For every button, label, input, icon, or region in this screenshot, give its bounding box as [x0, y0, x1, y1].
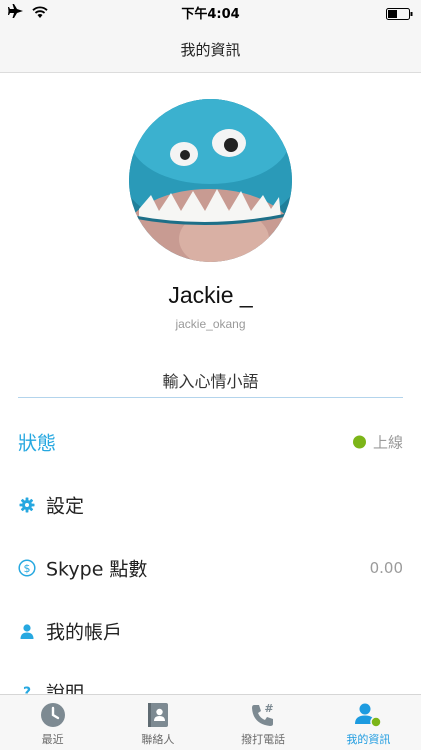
tab-label: 最近: [41, 733, 64, 746]
tab-dial[interactable]: # 撥打電話: [211, 695, 316, 750]
my-info-icon: [354, 701, 383, 729]
avatar[interactable]: [129, 99, 292, 262]
tab-my-info[interactable]: 我的資訊: [316, 695, 421, 750]
skype-credit-value: 0.00: [369, 559, 403, 577]
online-status-dot-icon: [352, 435, 366, 449]
settings-label: 設定: [46, 495, 85, 518]
my-account-label: 我的帳戶: [46, 621, 123, 644]
tab-label: 我的資訊: [346, 733, 391, 746]
dialpad-phone-icon: #: [250, 701, 276, 729]
mood-message-input[interactable]: 輸入心情小語: [18, 366, 403, 398]
status-time: 下午4:04: [181, 7, 240, 22]
page-title: 我的資訊: [180, 41, 241, 59]
settings-row[interactable]: 設定: [0, 475, 421, 535]
status-value-group: 上線: [352, 432, 403, 453]
svg-text:$: $: [24, 562, 31, 575]
tab-contacts[interactable]: 聯絡人: [105, 695, 210, 750]
display-name: Jackie _: [168, 282, 253, 308]
status-bar: 下午4:04: [0, 0, 421, 22]
tab-label: 撥打電話: [241, 733, 286, 746]
username: jackie_okang: [175, 317, 246, 331]
status-row[interactable]: 狀態 上線: [0, 412, 421, 472]
skype-credit-label: Skype 點數: [46, 558, 148, 581]
status-value: 上線: [372, 433, 403, 452]
navigation-bar: 我的資訊: [0, 22, 421, 73]
my-account-row[interactable]: 我的帳戶: [0, 601, 421, 661]
person-icon: [18, 622, 36, 640]
tab-label: 聯絡人: [141, 733, 175, 746]
contacts-book-icon: [147, 701, 169, 729]
status-label: 狀態: [18, 432, 57, 455]
dollar-icon: $: [18, 559, 36, 577]
svg-text:#: #: [265, 702, 274, 715]
tab-bar: 最近 聯絡人 # 撥打電話 我的資訊: [0, 694, 421, 750]
gear-icon: [18, 496, 36, 514]
tab-recent[interactable]: 最近: [0, 695, 105, 750]
clock-icon: [40, 701, 66, 729]
skype-credit-row[interactable]: $ Skype 點數 0.00: [0, 538, 421, 598]
